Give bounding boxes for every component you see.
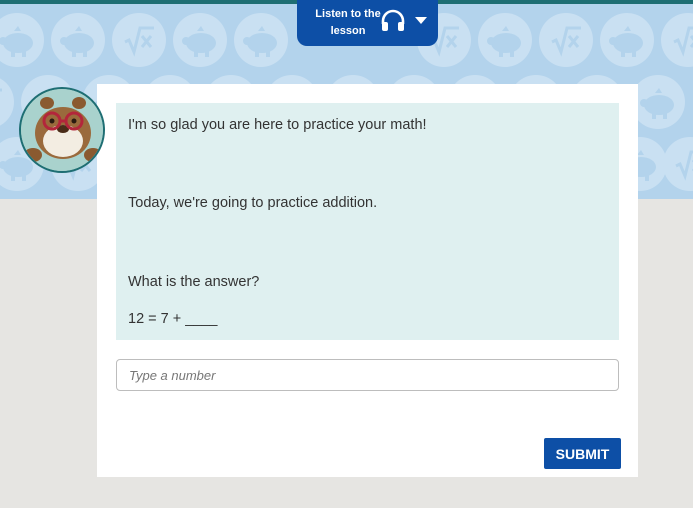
- headphones-icon[interactable]: [380, 8, 406, 34]
- listen-label-line2: lesson: [330, 25, 366, 37]
- prompt-equation: 12 = 7 + ____: [128, 311, 218, 327]
- tutor-avatar: [19, 87, 105, 173]
- listen-to-lesson-label: Listen to the lesson: [305, 6, 391, 40]
- prompt-greeting: I'm so glad you are here to practice you…: [128, 117, 427, 133]
- question-card: I'm so glad you are here to practice you…: [97, 84, 638, 477]
- lesson-page: Listen to the lesson I'm so glad you are…: [0, 0, 693, 508]
- prompt-question: What is the answer?: [128, 274, 260, 290]
- question-prompt: I'm so glad you are here to practice you…: [116, 103, 619, 340]
- beaver-with-glasses-icon: [21, 89, 103, 171]
- caret-down-icon[interactable]: [413, 14, 429, 26]
- submit-button[interactable]: SUBMIT: [544, 438, 621, 469]
- prompt-topic: Today, we're going to practice addition.: [128, 195, 378, 211]
- listen-label-line1: Listen to the: [315, 8, 381, 20]
- answer-input[interactable]: [116, 359, 619, 391]
